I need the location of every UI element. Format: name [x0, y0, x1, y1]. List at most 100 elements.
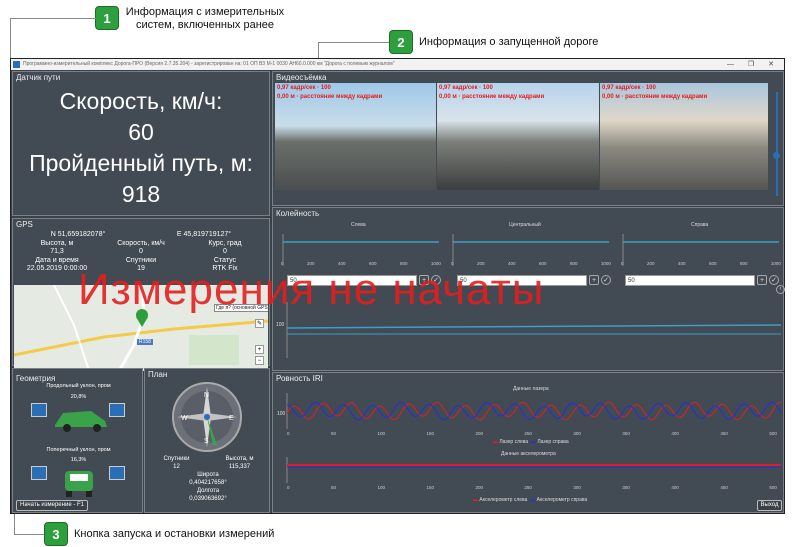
x-tick: 450: [720, 485, 728, 490]
x-tick: 600: [708, 261, 717, 266]
speed-panel: Датчик пути Скорость, км/ч: 60 Пройденны…: [12, 71, 270, 216]
gps-header: Курс, град: [208, 239, 242, 247]
callout-badge: 1: [95, 6, 119, 30]
window-title: Программно-измерительный комплекс Дорога…: [23, 61, 395, 67]
rut-check-button[interactable]: ✓: [601, 275, 611, 285]
gps-header: Скорость, км/ч: [117, 239, 165, 247]
plan-panel: План N E W S Спутники Высота, м 12 115,337…: [144, 368, 270, 513]
panel-title: Датчик пути: [16, 73, 61, 82]
measurement-status-overlay: Измерения не начаты: [78, 265, 545, 314]
plan-lon-value: 0,039063692°: [189, 496, 227, 502]
x-tick: 400: [671, 431, 679, 436]
cross-slope-label: Поперечный уклон, пром: [46, 447, 111, 453]
x-tick: 450: [720, 431, 728, 436]
legend-laser-left: Лазер слева: [499, 439, 529, 445]
callout-text: Информация с измерительных систем, включе…: [125, 6, 285, 32]
x-tick: 50: [330, 485, 336, 490]
video-frame-center: 0,97 кадр/сек · 100 0,00 м · расстояние …: [437, 83, 599, 190]
x-tick: 50: [330, 431, 336, 436]
x-tick: 400: [677, 261, 686, 266]
video-fps: 0,97 кадр/сек · 100: [602, 85, 656, 91]
x-tick: 300: [573, 431, 581, 436]
speed-readout: Скорость, км/ч: 60 Пройденный путь, м: 9…: [13, 86, 269, 210]
x-tick: 350: [622, 431, 630, 436]
video-distance: 0,00 м · расстояние между кадрами: [602, 94, 708, 100]
plan-header: Высота, м: [225, 456, 254, 462]
panel-title: Геометрия: [16, 374, 56, 383]
iri-ticks-laser: 0 50 100 150 200 250 300 350 400 450 500: [287, 431, 777, 436]
x-tick: 150: [426, 431, 434, 436]
callout-3-line: [14, 534, 44, 535]
x-tick: 400: [671, 485, 679, 490]
callout-badge: 3: [44, 522, 68, 546]
iri-panel: Ровность IRI Данные лазера 100 0 50 100 150…: [272, 372, 784, 513]
x-tick: 0: [287, 485, 290, 490]
gps-header: Статус: [213, 256, 237, 264]
laser-chart: [286, 393, 782, 429]
rut-plus-button[interactable]: +: [757, 275, 767, 285]
map-zoom-in-button[interactable]: +: [255, 345, 264, 354]
plan-info: Спутники Высота, м 12 115,337 Широта 0,404…: [145, 455, 271, 503]
window-controls[interactable]: — ❐ ✕: [727, 59, 780, 70]
map-road-label: R158: [137, 339, 153, 345]
legend-laser-right: Лазер справа: [537, 439, 569, 445]
x-tick: 200: [475, 485, 483, 490]
x-tick: 500: [769, 485, 777, 490]
start-measurement-button[interactable]: Начать измерение - F1: [16, 500, 88, 511]
speed-label: Скорость, км/ч:: [59, 88, 223, 114]
gps-header: Дата и время: [35, 256, 79, 264]
callout-1-text: Информация с измерительных систем, включе…: [125, 6, 285, 31]
rut-plus-button[interactable]: +: [589, 275, 599, 285]
distance-label: Пройденный путь, м:: [29, 150, 253, 176]
callout-badge: 2: [389, 30, 413, 54]
callout-text: Информация о запущенной дороге: [419, 36, 599, 48]
gps-header: Высота, м: [40, 239, 74, 247]
svg-text:S: S: [204, 438, 209, 445]
callout-2-line: [318, 42, 389, 43]
x-tick: 100: [377, 431, 385, 436]
x-tick: 1000: [600, 261, 611, 266]
app-icon: [13, 61, 20, 68]
gps-lon: E 45,819719127°: [176, 231, 232, 238]
x-tick: 500: [769, 431, 777, 436]
wifi-icon: [31, 466, 47, 480]
video-panel: Видеосъёмка 0,97 кадр/сек · 100 0,00 м ·…: [272, 71, 784, 206]
video-distance: 0,00 м · расстояние между кадрами: [277, 94, 383, 100]
long-slope-value: 20,8%: [70, 394, 87, 400]
video-fps: 0,97 кадр/сек · 100: [277, 85, 331, 91]
callout-text: Кнопка запуска и остановки измерений: [74, 528, 275, 540]
rut-input-right[interactable]: 50: [625, 275, 755, 286]
wifi-icon: [109, 466, 125, 480]
long-slope-label: Продольный уклон, пром: [46, 383, 111, 389]
svg-text:E: E: [229, 415, 234, 422]
x-tick: 800: [739, 261, 748, 266]
x-tick: 200: [475, 431, 483, 436]
panel-title: Колейность: [276, 209, 320, 218]
callout-1-line: [10, 18, 96, 19]
gps-value: 0: [139, 248, 143, 255]
video-frame-left: 0,97 кадр/сек · 100 0,00 м · расстояние …: [275, 83, 436, 190]
rut-check-button[interactable]: ✓: [769, 275, 779, 285]
map-edit-button[interactable]: ✎: [255, 319, 264, 328]
video-slider-thumb[interactable]: [773, 152, 780, 159]
video-fps: 0,97 кадр/сек · 100: [439, 85, 493, 91]
gps-value: 71,3: [50, 248, 64, 255]
accel-legend: ▬ Акселерометр слева ▬ Акселерометр спра…: [473, 497, 588, 503]
collapse-arrow-icon[interactable]: ‹: [776, 285, 785, 294]
video-slider[interactable]: [776, 92, 778, 196]
video-distance: 0,00 м · расстояние между кадрами: [439, 94, 545, 100]
svg-text:N: N: [204, 392, 209, 399]
laser-legend: ▬ Лазер слева ▬ Лазер справа: [493, 439, 569, 445]
plan-value: 12: [173, 464, 180, 470]
geometry-panel: Геометрия Продольный уклон, пром 20,8% П…: [12, 368, 143, 513]
wifi-icon: [109, 403, 125, 417]
exit-button[interactable]: Выход: [757, 500, 782, 511]
legend-accel-left: Акселерометр слева: [479, 497, 528, 503]
x-tick: 150: [426, 485, 434, 490]
x-tick: 250: [524, 485, 532, 490]
map-zoom-out-button[interactable]: −: [255, 356, 264, 365]
distance-value: 918: [121, 181, 161, 207]
panel-title: Ровность IRI: [276, 374, 323, 383]
x-tick: 0: [621, 261, 624, 266]
iri-ticks-accel: 0 50 100 150 200 250 300 350 400 450 500: [287, 485, 777, 490]
